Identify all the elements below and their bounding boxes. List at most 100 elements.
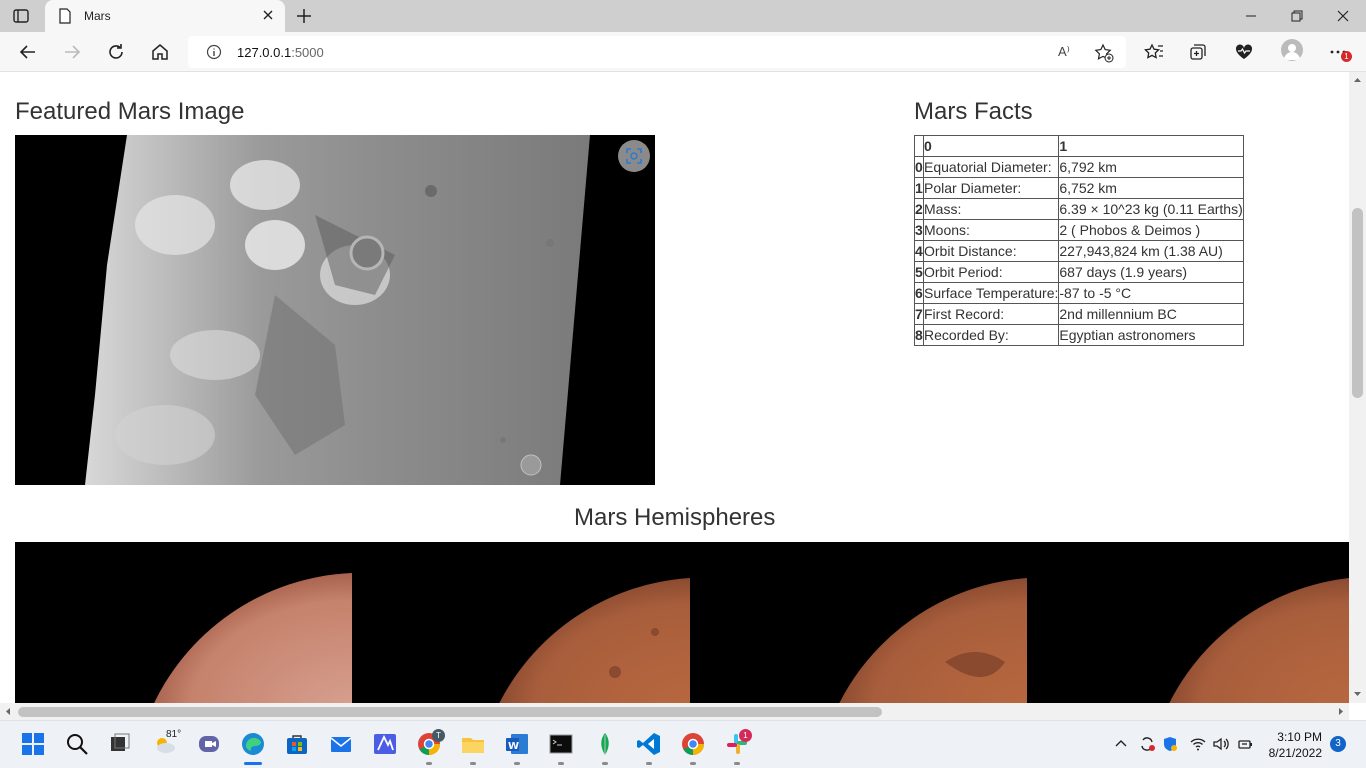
home-icon[interactable] bbox=[150, 42, 170, 62]
add-favorite-icon[interactable] bbox=[1094, 43, 1114, 63]
scroll-down-icon[interactable] bbox=[1349, 688, 1366, 700]
scroll-left-icon[interactable] bbox=[2, 703, 14, 720]
weather-temp: 81° bbox=[166, 729, 182, 740]
table-row: 7 First Record: 2nd millennium BC bbox=[914, 303, 1245, 325]
tab-actions-icon[interactable] bbox=[12, 7, 30, 25]
security-shield-icon[interactable] bbox=[1161, 735, 1179, 753]
mongodb-icon[interactable] bbox=[592, 731, 618, 757]
running-indicator bbox=[646, 762, 652, 765]
mars-surface-photo bbox=[85, 135, 590, 485]
fact-value: 227,943,824 km (1.38 AU) bbox=[1058, 240, 1245, 262]
vscode-icon[interactable] bbox=[636, 731, 662, 757]
file-explorer-icon[interactable] bbox=[460, 731, 486, 757]
fact-value: 2nd millennium BC bbox=[1058, 303, 1245, 325]
profile-avatar[interactable] bbox=[1281, 39, 1303, 61]
store-icon[interactable] bbox=[284, 731, 310, 757]
fact-value: 687 days (1.9 years) bbox=[1058, 261, 1245, 283]
featured-image-heading: Featured Mars Image bbox=[15, 98, 245, 125]
favorites-icon[interactable] bbox=[1144, 42, 1164, 62]
row-index: 4 bbox=[914, 240, 924, 262]
forward-icon[interactable] bbox=[62, 42, 82, 62]
user-icon bbox=[1284, 44, 1300, 60]
expand-image-button[interactable] bbox=[618, 140, 650, 172]
site-info-icon[interactable] bbox=[206, 44, 222, 60]
url-port: :5000 bbox=[291, 45, 324, 60]
clock[interactable]: 3:10 PM 8/21/2022 bbox=[1262, 729, 1322, 761]
horizontal-scroll-thumb[interactable] bbox=[18, 707, 882, 717]
read-aloud-icon[interactable]: A⁾ bbox=[1058, 44, 1070, 60]
word-icon[interactable]: W bbox=[504, 731, 530, 757]
start-icon[interactable] bbox=[20, 731, 46, 757]
chrome-icon-2[interactable] bbox=[680, 731, 706, 757]
slack-badge: 1 bbox=[739, 729, 752, 742]
url-text[interactable]: 127.0.0.1:5000 bbox=[237, 45, 324, 60]
running-indicator bbox=[602, 762, 608, 765]
refresh-icon[interactable] bbox=[106, 42, 126, 62]
header-cell: 1 bbox=[1058, 135, 1245, 157]
svg-text:W: W bbox=[508, 741, 519, 752]
battery-icon[interactable] bbox=[1236, 735, 1254, 753]
notification-count-badge[interactable]: 3 bbox=[1330, 736, 1346, 752]
vertical-scroll-thumb[interactable] bbox=[1352, 208, 1363, 398]
featured-mars-image[interactable] bbox=[15, 135, 655, 485]
app-icon[interactable] bbox=[372, 731, 398, 757]
header-cell: 0 bbox=[922, 135, 1060, 157]
running-indicator bbox=[690, 762, 696, 765]
address-bar[interactable]: 127.0.0.1:5000 A⁾ bbox=[188, 36, 1126, 68]
new-tab-icon[interactable] bbox=[295, 7, 313, 25]
row-index: 0 bbox=[914, 156, 924, 178]
search-icon[interactable] bbox=[64, 731, 90, 757]
sync-icon[interactable] bbox=[1138, 735, 1156, 753]
terminal-icon[interactable] bbox=[548, 731, 574, 757]
row-index: 8 bbox=[914, 324, 924, 346]
browser-tab-active[interactable]: Mars bbox=[45, 0, 285, 32]
table-row: 0 Equatorial Diameter: 6,792 km bbox=[914, 156, 1245, 178]
running-indicator bbox=[426, 762, 432, 765]
fact-value: 6,792 km bbox=[1058, 156, 1245, 178]
hemisphere-valles-marineris[interactable] bbox=[1029, 542, 1349, 703]
row-index: 2 bbox=[914, 198, 924, 220]
hemispheres-strip bbox=[15, 542, 1349, 703]
table-row: 1 Polar Diameter: 6,752 km bbox=[914, 177, 1245, 199]
table-row: 6 Surface Temperature: -87 to -5 °C bbox=[914, 282, 1245, 304]
task-view-icon[interactable] bbox=[107, 731, 133, 757]
hemisphere-syrtis-major[interactable] bbox=[691, 542, 1028, 703]
windows-taskbar: 81° T W 1 3:10 PM 8/21/2022 3 bbox=[0, 720, 1366, 768]
teams-chat-icon[interactable] bbox=[196, 731, 222, 757]
browser-essentials-icon[interactable] bbox=[1234, 42, 1254, 62]
hemisphere-cerberus[interactable] bbox=[15, 542, 352, 703]
mars-facts-heading: Mars Facts bbox=[914, 98, 1033, 125]
menu-alert-badge: 1 bbox=[1341, 51, 1352, 62]
fact-label: Equatorial Diameter: bbox=[922, 156, 1060, 178]
hemispheres-heading: Mars Hemispheres bbox=[574, 504, 776, 531]
fact-label: Surface Temperature: bbox=[922, 282, 1060, 304]
collections-icon[interactable] bbox=[1188, 42, 1208, 62]
fullscreen-icon bbox=[626, 148, 642, 164]
chrome-profile-badge: T bbox=[432, 729, 445, 742]
volume-icon[interactable] bbox=[1212, 735, 1230, 753]
row-index: 7 bbox=[914, 303, 924, 325]
mars-facts-table: 0 1 0 Equatorial Diameter: 6,792 km 1 Polar… bbox=[914, 135, 1245, 346]
hemisphere-schiaparelli[interactable] bbox=[353, 542, 690, 703]
show-hidden-icons-icon[interactable] bbox=[1114, 737, 1128, 751]
page-viewport: Featured Mars Image Mars Facts 0 1 0 Equ… bbox=[0, 72, 1349, 703]
close-tab-icon[interactable] bbox=[261, 8, 275, 22]
fact-label: First Record: bbox=[922, 303, 1060, 325]
edge-icon[interactable] bbox=[240, 731, 266, 757]
running-indicator bbox=[470, 762, 476, 765]
fact-value: 6,752 km bbox=[1058, 177, 1245, 199]
header-cell bbox=[914, 135, 924, 157]
table-row: 4 Orbit Distance: 227,943,824 km (1.38 AU) bbox=[914, 240, 1245, 262]
page-icon bbox=[59, 8, 71, 24]
mail-icon[interactable] bbox=[328, 731, 354, 757]
table-row: 8 Recorded By: Egyptian astronomers bbox=[914, 324, 1245, 346]
minimize-icon[interactable] bbox=[1244, 9, 1258, 23]
scroll-right-icon[interactable] bbox=[1335, 703, 1347, 720]
back-icon[interactable] bbox=[18, 42, 38, 62]
wifi-icon[interactable] bbox=[1189, 735, 1207, 753]
restore-icon[interactable] bbox=[1290, 9, 1304, 23]
scroll-up-icon[interactable] bbox=[1349, 74, 1366, 86]
row-index: 3 bbox=[914, 219, 924, 241]
close-window-icon[interactable] bbox=[1336, 9, 1350, 23]
edge-active-indicator bbox=[244, 762, 262, 765]
